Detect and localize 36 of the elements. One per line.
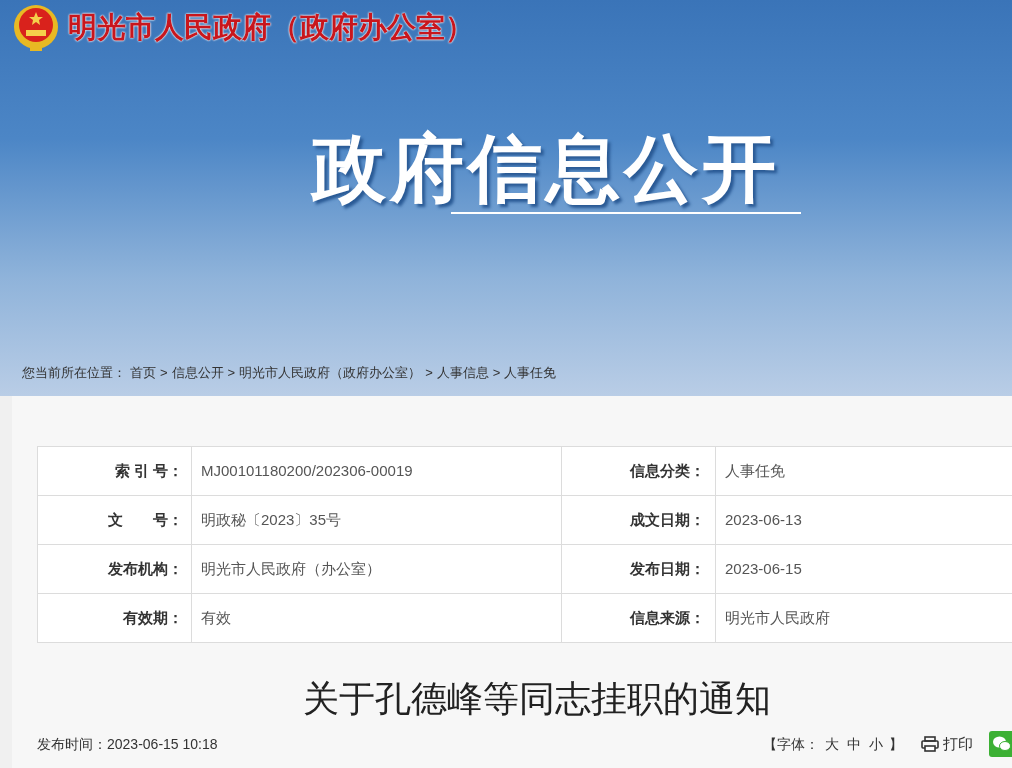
- breadcrumb-link[interactable]: 明光市人民政府（政府办公室）: [239, 362, 422, 382]
- publish-time: 发布时间：2023-06-15 10:18: [37, 734, 218, 754]
- breadcrumb-link[interactable]: 人事信息: [436, 362, 489, 382]
- label-cell: 发布机构：: [37, 544, 192, 594]
- site-title: 明光市人民政府（政府办公室）: [68, 10, 474, 46]
- value-cell: 人事任免: [715, 446, 1012, 496]
- value-cell: 明光市人民政府（办公室）: [191, 544, 562, 594]
- print-button[interactable]: 打印: [921, 732, 973, 756]
- emblem-icon: [12, 3, 60, 53]
- printer-icon: [921, 736, 939, 752]
- banner-title: 政府信息公开: [312, 126, 780, 212]
- breadcrumb-separator: >: [425, 363, 433, 382]
- article-title: 关于孔德峰等同志挂职的通知: [303, 677, 771, 721]
- font-size-link[interactable]: 大: [823, 733, 841, 755]
- label-cell: 信息来源：: [561, 593, 716, 643]
- breadcrumb-link[interactable]: 信息公开: [171, 362, 224, 382]
- value-cell: MJ00101180200/202306-00019: [191, 446, 562, 496]
- breadcrumb-separator: >: [227, 363, 236, 382]
- label-cell: 有效期：: [37, 593, 192, 643]
- label-cell: 索 引 号：: [37, 446, 192, 496]
- font-size-bracket: 】: [889, 734, 903, 754]
- font-size-label: 【字体：: [763, 734, 819, 754]
- breadcrumb-label: 您当前所在位置：: [22, 363, 126, 382]
- breadcrumb-link[interactable]: 首页: [130, 362, 156, 382]
- value-cell: 有效: [191, 593, 562, 643]
- breadcrumb-separator: >: [492, 363, 501, 382]
- label-cell: 信息分类：: [561, 446, 716, 496]
- wechat-icon[interactable]: [989, 731, 1012, 757]
- font-size-link[interactable]: 中: [845, 733, 863, 755]
- label-cell: 发布日期：: [561, 544, 716, 594]
- value-cell: 明政秘〔2023〕35号: [191, 495, 562, 545]
- label-cell: 文 号：: [37, 495, 192, 545]
- font-size-link[interactable]: 小: [867, 733, 885, 755]
- label-cell: 成文日期：: [561, 495, 716, 545]
- breadcrumb-link[interactable]: 人事任免: [504, 362, 557, 382]
- breadcrumb-separator: >: [160, 363, 168, 382]
